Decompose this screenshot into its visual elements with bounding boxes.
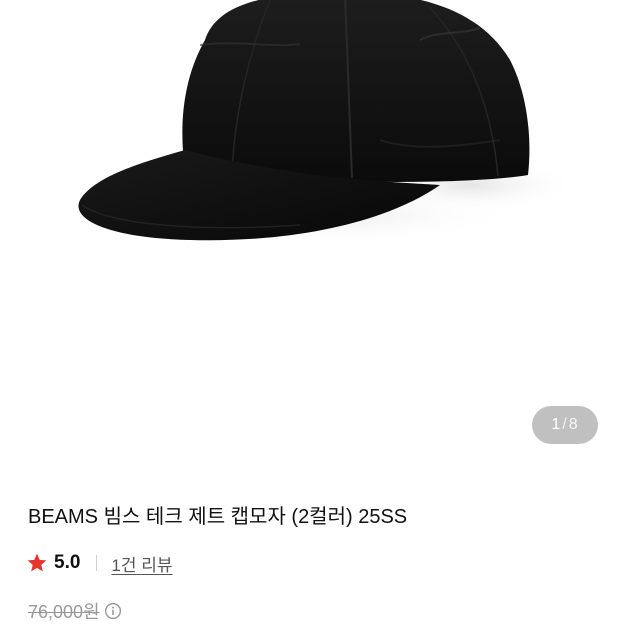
- star-icon: [27, 553, 47, 572]
- image-counter: 1/8: [532, 406, 598, 444]
- info-icon[interactable]: [104, 602, 122, 620]
- price-row: 76,000원: [28, 596, 122, 626]
- rating-value: 5.0: [54, 552, 81, 573]
- rating-row: 5.0 1건 리뷰: [26, 548, 173, 578]
- review-count-link[interactable]: 1건 리뷰: [111, 551, 172, 576]
- image-counter-total: 8: [568, 416, 579, 433]
- product-title: BEAMS 빔스 테크 제트 캡모자 (2컬러) 25SS: [28, 506, 408, 528]
- image-counter-separator: /: [562, 416, 568, 433]
- original-price: 76,000원: [28, 602, 100, 622]
- cap-photo: [78, 0, 580, 245]
- product-image[interactable]: 1/8: [0, 0, 620, 470]
- image-counter-current: 1: [551, 416, 562, 433]
- rating-divider: [96, 555, 98, 571]
